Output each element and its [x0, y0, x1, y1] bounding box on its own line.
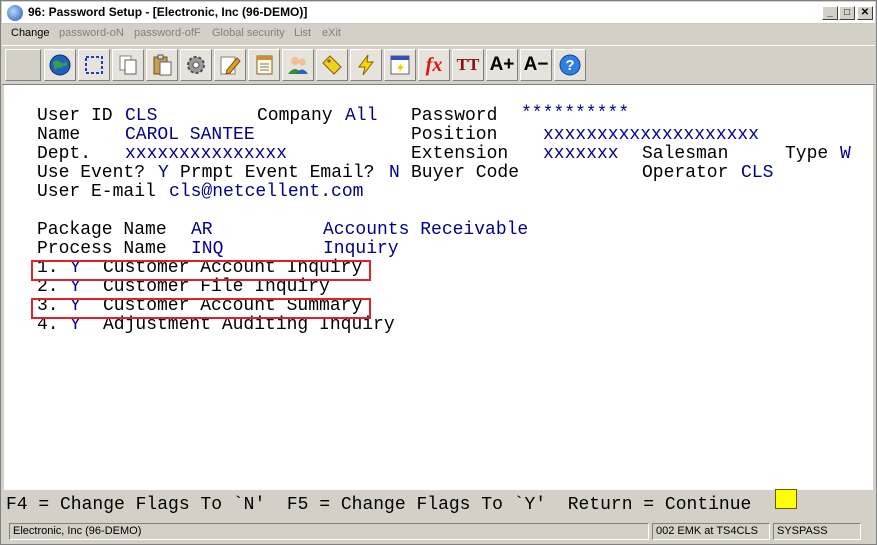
terminal-screen: User ID CLS Company All Password *******…	[4, 85, 873, 490]
window-title: 96: Password Setup - [Electronic, Inc (9…	[28, 5, 308, 19]
font-style-icon[interactable]: TT	[452, 49, 484, 81]
lightning-icon[interactable]	[350, 49, 382, 81]
help-icon[interactable]: ?	[554, 49, 586, 81]
package-value[interactable]: AR	[191, 221, 213, 240]
menu-list[interactable]: List	[294, 27, 311, 39]
status-session: 002 EMK at TS4CLS	[652, 523, 770, 540]
password-label: Password	[411, 106, 498, 126]
row-package: Package Name AR Accounts Receivable	[4, 221, 528, 240]
tag-icon[interactable]	[316, 49, 348, 81]
minimize-button[interactable]: _	[822, 6, 838, 20]
highlight-box-row-3	[31, 298, 371, 319]
row-user-id: User ID CLS Company All Password *******…	[4, 105, 629, 126]
operator-label: Operator	[642, 163, 729, 183]
status-company: Electronic, Inc (96-DEMO)	[9, 523, 649, 540]
font-larger-glyph: A+	[489, 54, 515, 75]
function-glyph: fx	[425, 53, 443, 76]
globe-icon[interactable]	[44, 49, 76, 81]
copy-icon[interactable]	[112, 49, 144, 81]
salesman-label: Salesman	[642, 144, 729, 164]
form-icon[interactable]	[384, 49, 416, 81]
company-value[interactable]: All	[345, 107, 377, 126]
dept-value[interactable]: xxxxxxxxxxxxxxx	[125, 145, 287, 164]
help-glyph: ?	[565, 57, 574, 74]
row-use-event: Use Event? Y Prmpt Event Email? N Buyer …	[4, 164, 773, 183]
font-smaller-glyph: A−	[523, 54, 549, 75]
menu-exit[interactable]: eXit	[322, 27, 341, 39]
prompt-email-value[interactable]: N	[389, 164, 400, 183]
status-bar: Electronic, Inc (96-DEMO) 002 EMK at TS4…	[2, 521, 875, 543]
row-process: Process Name INQ Inquiry	[4, 240, 399, 259]
function-icon[interactable]: fx	[418, 49, 450, 81]
font-smaller-icon[interactable]: A−	[520, 49, 552, 81]
email-value[interactable]: cls@netcellent.com	[169, 183, 363, 202]
name-label: Name	[37, 125, 81, 145]
process-label: Process Name	[37, 239, 167, 259]
title-bar: 96: Password Setup - [Electronic, Inc (9…	[2, 2, 875, 24]
company-label: Company	[257, 106, 333, 126]
row-email: User E-mail cls@netcellent.com	[4, 183, 363, 202]
close-button[interactable]: ✕	[857, 6, 873, 20]
menu-password-on[interactable]: password-oN	[59, 27, 124, 39]
prompt-email-label: Prmpt Event Email?	[180, 163, 375, 183]
input-cursor[interactable]	[775, 489, 797, 509]
users-icon[interactable]	[282, 49, 314, 81]
position-label: Position	[411, 125, 498, 145]
package-description: Accounts Receivable	[323, 220, 529, 240]
extension-label: Extension	[411, 144, 509, 164]
status-app: SYSPASS	[773, 523, 861, 540]
select-icon[interactable]	[78, 49, 110, 81]
font-style-glyph: TT	[456, 55, 480, 74]
settings-icon[interactable]	[180, 49, 212, 81]
menu-bar: Change password-oN password-ofF Global s…	[2, 24, 875, 44]
function-key-bar: F4 = Change Flags To `N' F5 = Change Fla…	[4, 489, 873, 520]
use-event-label: Use Event?	[37, 163, 146, 183]
type-label: Type	[785, 144, 829, 164]
process-description: Inquiry	[323, 239, 399, 259]
row-name: Name CAROL SANTEE Position xxxxxxxxxxxxx…	[4, 126, 759, 145]
name-value[interactable]: CAROL SANTEE	[125, 126, 255, 145]
document-icon[interactable]	[248, 49, 280, 81]
email-label: User E-mail	[37, 182, 156, 202]
row-dept: Dept. xxxxxxxxxxxxxxx Extension xxxxxxx …	[4, 145, 851, 164]
highlight-box-row-1	[31, 260, 371, 281]
edit-icon[interactable]	[214, 49, 246, 81]
font-larger-icon[interactable]: A+	[486, 49, 518, 81]
menu-global-security[interactable]: Global security	[212, 27, 285, 39]
app-window: 96: Password Setup - [Electronic, Inc (9…	[0, 0, 877, 545]
user-id-value[interactable]: CLS	[125, 107, 157, 126]
maximize-button[interactable]: □	[839, 6, 855, 20]
menu-password-off[interactable]: password-ofF	[134, 27, 201, 39]
app-icon	[7, 5, 23, 21]
buyer-code-label: Buyer Code	[411, 163, 520, 183]
user-id-label: User ID	[37, 106, 113, 126]
extension-value[interactable]: xxxxxxx	[543, 145, 619, 164]
package-label: Package Name	[37, 220, 167, 240]
menu-change[interactable]: Change	[11, 27, 50, 39]
type-value[interactable]: W	[840, 145, 851, 164]
operator-value[interactable]: CLS	[741, 164, 773, 183]
use-event-value[interactable]: Y	[158, 164, 169, 183]
process-value[interactable]: INQ	[191, 240, 223, 259]
paste-icon[interactable]	[146, 49, 178, 81]
position-value[interactable]: xxxxxxxxxxxxxxxxxxxx	[543, 126, 759, 145]
toolbar: fx TT A+ A− ?	[2, 45, 875, 85]
function-key-help: F4 = Change Flags To `N' F5 = Change Fla…	[6, 495, 752, 515]
password-value[interactable]: **********	[521, 105, 629, 124]
toolbar-grip	[5, 49, 41, 81]
dept-label: Dept.	[37, 144, 92, 164]
